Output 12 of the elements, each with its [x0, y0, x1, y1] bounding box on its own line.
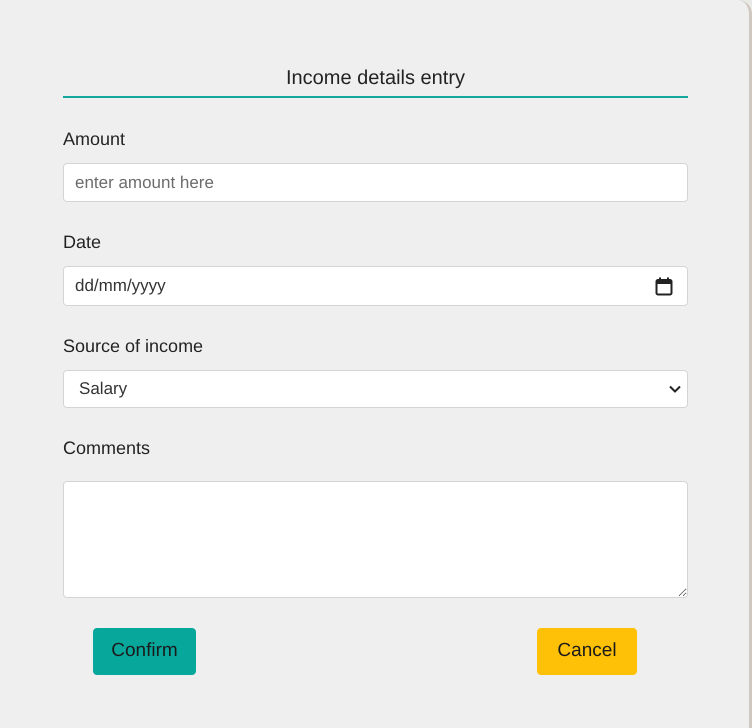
confirm-button[interactable]: Confirm [93, 628, 196, 675]
chevron-down-icon [669, 385, 681, 393]
calendar-icon[interactable] [655, 276, 673, 296]
cancel-button[interactable]: Cancel [537, 628, 637, 675]
date-field[interactable]: dd/mm/yyyy [63, 266, 688, 306]
field-label: Comments [63, 437, 150, 460]
amount-field[interactable]: enter amount here [63, 163, 688, 202]
field-label: Source of income [63, 335, 204, 358]
source-dropdown[interactable]: Salary [63, 370, 688, 408]
field-label: Date [63, 231, 102, 254]
form-title: Income details entry [286, 66, 465, 91]
field-label: Amount [63, 128, 126, 151]
